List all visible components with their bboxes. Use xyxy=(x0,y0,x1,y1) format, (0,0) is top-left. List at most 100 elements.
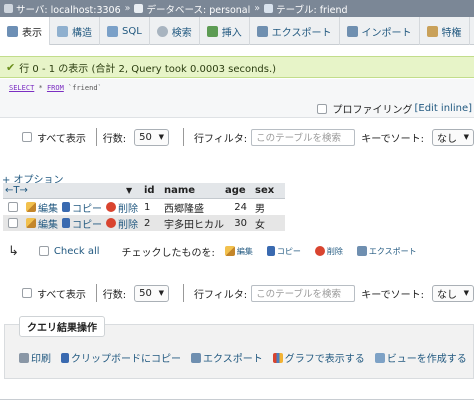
profiling-row: プロファイリング [Edit inline] xyxy=(317,101,472,116)
divider xyxy=(95,284,97,302)
import-icon xyxy=(346,25,358,37)
column-arrows-icon[interactable]: ←T→ xyxy=(3,185,126,196)
row-filter-label: 行フィルタ: xyxy=(193,133,248,145)
sql-star: * xyxy=(34,84,47,92)
tab-import[interactable]: インポート xyxy=(340,17,420,45)
copy-icon xyxy=(62,202,70,212)
tab-structure[interactable]: 構造 xyxy=(50,17,100,45)
cell-id: 2 xyxy=(144,217,151,229)
tab-label: エクスポート xyxy=(271,27,332,39)
column-header-sex[interactable]: sex xyxy=(255,185,285,196)
row-filter-input[interactable]: このテーブルを検索 xyxy=(251,284,356,302)
tab-export[interactable]: エクスポート xyxy=(250,17,340,45)
show-all-checkbox[interactable] xyxy=(22,288,32,298)
row-actions: 編集 コピー 削除 xyxy=(3,200,144,215)
tab-label: インポート xyxy=(361,27,412,39)
sort-arrow-icon[interactable]: ▼ xyxy=(126,186,144,195)
breadcrumb-separator-icon: » xyxy=(254,3,261,14)
create-view-button[interactable]: ビューを作成する xyxy=(374,350,467,365)
tab-label: 構造 xyxy=(72,27,92,39)
sort-select[interactable]: なし ▼ xyxy=(432,128,474,146)
bulk-copy-label: コピー xyxy=(276,246,301,256)
column-header-age[interactable]: age xyxy=(225,185,255,196)
tab-browse[interactable]: 表示 xyxy=(0,17,50,45)
rows-select-value: 50 xyxy=(139,287,152,299)
results-table: ←T→ ▼ id name age sex 編集 コピー 削除 1 西郷隆盛 2… xyxy=(3,183,285,231)
column-header-id[interactable]: id xyxy=(144,185,164,196)
query-results-operations: クエリ結果操作 印刷 クリップボードにコピー エクスポート グラフで表示する ビ… xyxy=(4,316,474,379)
bulk-export-label: エクスポート xyxy=(368,246,417,256)
query-results-operations-title: クエリ結果操作 xyxy=(19,316,105,337)
breadcrumb-database[interactable]: データベース: personal xyxy=(146,2,250,16)
bulk-copy-button[interactable]: コピー xyxy=(266,246,301,257)
export-button[interactable]: エクスポート xyxy=(191,350,263,365)
display-chart-button[interactable]: グラフで表示する xyxy=(272,350,365,365)
tab-search[interactable]: 検索 xyxy=(150,17,200,45)
row-filter-input[interactable]: このテーブルを検索 xyxy=(251,128,356,146)
view-icon xyxy=(374,352,385,363)
print-button[interactable]: 印刷 xyxy=(19,350,51,365)
divider xyxy=(0,399,474,400)
table-icon xyxy=(264,4,274,13)
tab-label: 検索 xyxy=(171,27,192,39)
query-ops-list: 印刷 クリップボードにコピー エクスポート グラフで表示する ビューを作成する xyxy=(19,350,474,365)
profiling-checkbox[interactable] xyxy=(317,103,328,114)
sort-select-value: なし xyxy=(437,289,458,301)
row-checkbox[interactable] xyxy=(8,202,18,212)
tab-label: 特権 xyxy=(441,27,462,39)
check-all-link[interactable]: Check all xyxy=(54,246,100,257)
divider xyxy=(95,128,97,146)
sql-keyword-select[interactable]: SELECT xyxy=(9,84,34,92)
sort-select[interactable]: なし ▼ xyxy=(432,284,474,302)
bulk-export-button[interactable]: エクスポート xyxy=(356,246,417,257)
pencil-icon xyxy=(26,202,36,212)
tab-sql[interactable]: SQL xyxy=(100,17,150,45)
check-all-checkbox[interactable] xyxy=(38,246,49,256)
table-header: ←T→ ▼ id name age sex xyxy=(3,183,285,199)
edit-button[interactable]: 編集 xyxy=(26,200,58,215)
row-actions: 編集 コピー 削除 xyxy=(3,216,144,231)
server-icon xyxy=(4,4,13,13)
row-filter-label: 行フィルタ: xyxy=(193,289,248,301)
tab-label: SQL xyxy=(122,25,142,37)
sql-icon xyxy=(107,25,118,37)
copy-button[interactable]: コピー xyxy=(62,216,102,231)
delete-icon xyxy=(106,202,116,212)
bulk-actions: ↳ Check all チェックしたものを: 編集 コピー 削除 エクスポート xyxy=(8,243,474,259)
sort-label: キーでソート: xyxy=(361,133,425,145)
table-row: 編集 コピー 削除 1 西郷隆盛 24 男 xyxy=(3,199,285,215)
rows-select[interactable]: 50 ▼ xyxy=(134,128,170,146)
export-label: エクスポート xyxy=(203,354,263,365)
tab-privileges[interactable]: 特権 xyxy=(420,17,470,45)
sql-query: SELECT * FROM `friend` xyxy=(9,84,102,92)
edit-button[interactable]: 編集 xyxy=(26,216,58,231)
row-checkbox[interactable] xyxy=(8,218,18,228)
breadcrumb-server[interactable]: サーバ: localhost:3306 xyxy=(16,2,121,16)
copy-button[interactable]: コピー xyxy=(62,200,102,215)
sql-keyword-from[interactable]: FROM xyxy=(47,84,64,92)
tab-bar: 表示 構造 SQL 検索 挿入 エクスポート インポート 特権 xyxy=(0,17,474,45)
delete-button[interactable]: 削除 xyxy=(106,200,138,215)
show-all-checkbox[interactable] xyxy=(22,132,32,142)
edit-inline-link[interactable]: [Edit inline] xyxy=(414,103,472,114)
rows-select[interactable]: 50 ▼ xyxy=(134,284,170,302)
navigation-top: すべて表示 行数: 50 ▼ 行フィルタ: このテーブルを検索 キーでソート: … xyxy=(0,125,474,149)
sql-query-box: SELECT * FROM `friend` プロファイリング [Edit in… xyxy=(0,79,474,118)
export-icon xyxy=(356,246,367,256)
breadcrumb-table[interactable]: テーブル: friend xyxy=(276,2,347,16)
tab-label: 挿入 xyxy=(221,27,242,39)
privileges-icon xyxy=(426,25,438,37)
success-message-text: 行 0 - 1 の表示 (合計 2, Query took 0.0003 sec… xyxy=(19,63,277,75)
sort-label: キーでソート: xyxy=(361,289,425,301)
column-header-name[interactable]: name xyxy=(164,185,225,196)
tab-insert[interactable]: 挿入 xyxy=(200,17,250,45)
chevron-down-icon: ▼ xyxy=(463,133,469,141)
bulk-edit-button[interactable]: 編集 xyxy=(224,246,253,257)
cell-name: 宇多田ヒカル xyxy=(164,219,224,231)
bulk-delete-button[interactable]: 削除 xyxy=(314,246,343,257)
export-icon xyxy=(256,25,268,37)
copy-to-clipboard-button[interactable]: クリップボードにコピー xyxy=(61,350,181,365)
bulk-delete-label: 削除 xyxy=(326,246,343,256)
with-selected-label: チェックしたものを: xyxy=(121,247,215,259)
delete-button[interactable]: 削除 xyxy=(106,216,138,231)
